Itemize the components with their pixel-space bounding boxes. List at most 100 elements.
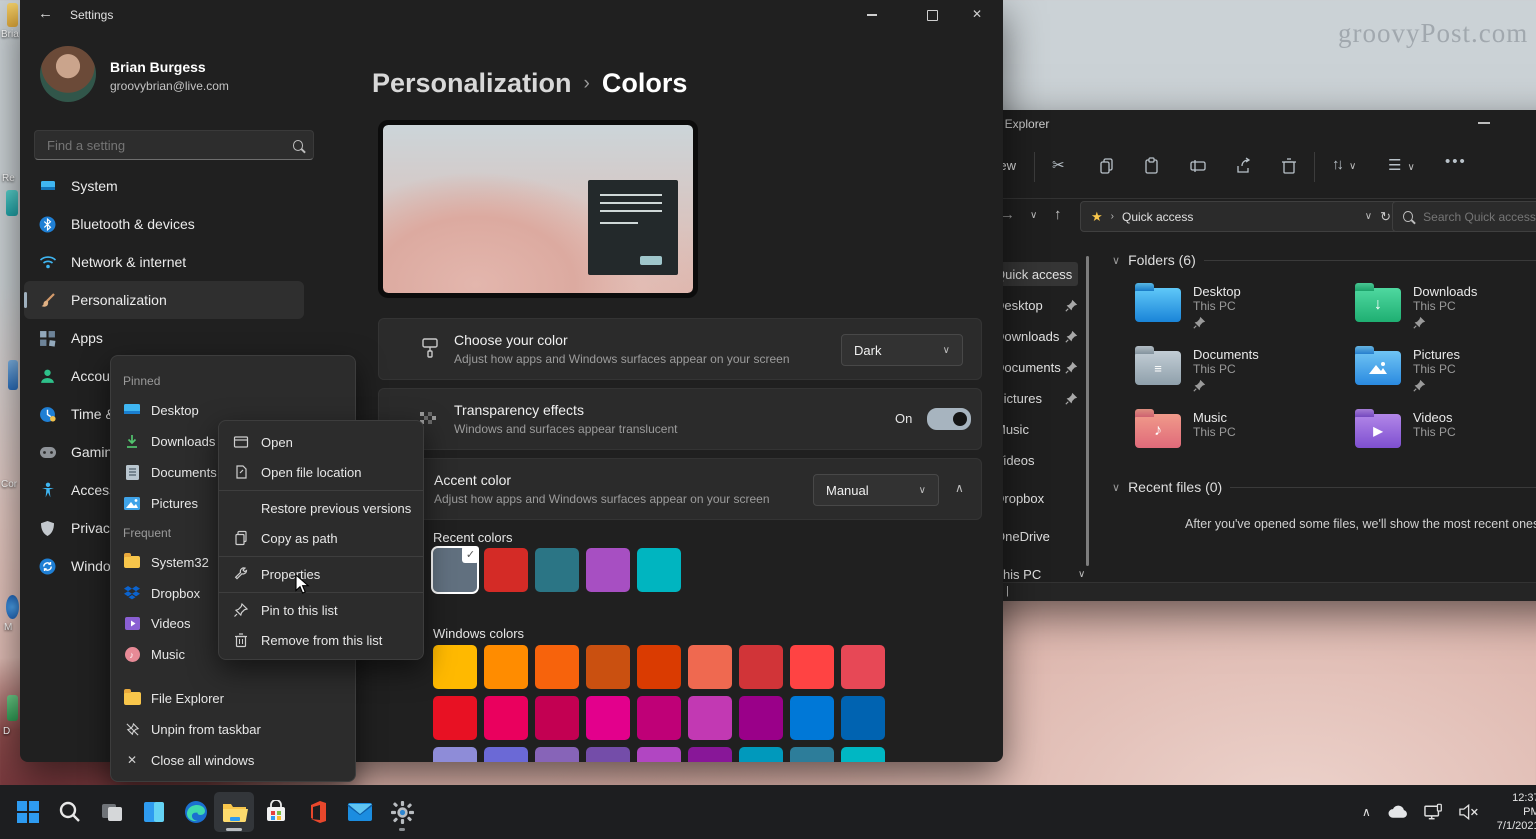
nav-item-system[interactable]: System (24, 167, 304, 205)
color-swatch[interactable] (739, 645, 783, 689)
recent-locations-icon[interactable]: ∨ (1030, 210, 1037, 221)
view-button[interactable]: ☰∨ (1388, 156, 1415, 174)
folder-tile-pictures[interactable]: PicturesThis PC (1355, 347, 1536, 392)
context-menu-open[interactable]: Open (219, 427, 423, 457)
accent-mode-dropdown[interactable]: Manual∨ (813, 474, 939, 506)
context-menu-remove-from-list[interactable]: Remove from this list (219, 625, 423, 655)
more-options-icon[interactable]: ••• (1445, 153, 1467, 170)
jump-list-item-file-explorer[interactable]: File Explorer (111, 684, 355, 712)
color-swatch[interactable] (688, 696, 732, 740)
color-swatch[interactable] (790, 696, 834, 740)
tray-chevron-icon[interactable]: ∧ (1362, 805, 1371, 819)
context-menu-copy-as-path[interactable]: Copy as path (219, 523, 423, 553)
color-swatch[interactable] (535, 548, 579, 592)
color-swatch-selected[interactable] (433, 548, 477, 592)
address-dropdown-icon[interactable]: ∨ (1365, 211, 1372, 222)
breadcrumb-section[interactable]: Personalization (372, 68, 572, 98)
desktop-icon-label[interactable]: D (3, 726, 10, 737)
desktop-icon[interactable] (8, 360, 18, 390)
color-swatch[interactable] (484, 696, 528, 740)
nav-item-personalization[interactable]: Personalization (24, 281, 304, 319)
desktop-icon[interactable] (7, 3, 18, 27)
copy-icon[interactable] (1098, 157, 1115, 175)
transparency-toggle[interactable] (927, 408, 971, 430)
folder-tile-music[interactable]: ♪ MusicThis PC (1135, 410, 1355, 448)
desktop-icon-label[interactable]: M (4, 622, 12, 633)
refresh-icon[interactable]: ↻ (1380, 209, 1391, 225)
maximize-button[interactable] (925, 8, 939, 22)
folder-tile-desktop[interactable]: DesktopThis PC (1135, 284, 1355, 329)
color-swatch[interactable] (739, 696, 783, 740)
taskbar-clock[interactable]: 12:37 PM 7/1/2021 (1494, 791, 1536, 833)
up-icon[interactable]: ↑ (1054, 206, 1062, 223)
desktop-icon[interactable] (6, 595, 19, 619)
desktop-icon-label[interactable]: Bria (1, 29, 19, 40)
color-swatch[interactable] (484, 645, 528, 689)
color-swatch[interactable] (484, 747, 528, 762)
color-swatch[interactable] (586, 696, 630, 740)
sort-button[interactable]: ↑↓∨ (1332, 156, 1356, 173)
color-swatch[interactable] (637, 747, 681, 762)
color-swatch[interactable] (841, 645, 885, 689)
delete-icon[interactable] (1281, 157, 1297, 175)
explorer-minimize-button[interactable] (1478, 122, 1490, 124)
color-swatch[interactable] (484, 548, 528, 592)
color-swatch[interactable] (688, 645, 732, 689)
folders-section-header[interactable]: ∨ Folders (6) (1112, 252, 1536, 268)
color-swatch[interactable] (535, 696, 579, 740)
close-button[interactable]: ✕ (970, 7, 984, 21)
color-swatch[interactable] (790, 747, 834, 762)
minimize-button[interactable] (865, 8, 879, 22)
desktop-icon-label[interactable]: Cor (1, 479, 17, 490)
context-menu-restore-previous[interactable]: Restore previous versions (219, 493, 423, 523)
folder-tile-videos[interactable]: ▶ VideosThis PC (1355, 410, 1536, 448)
back-button[interactable]: ← (38, 5, 53, 22)
explorer-search-input[interactable] (1421, 209, 1536, 225)
color-swatch[interactable] (637, 645, 681, 689)
rename-icon[interactable] (1189, 157, 1207, 175)
breadcrumb-location[interactable]: Quick access (1122, 210, 1193, 224)
cut-icon[interactable]: ✂ (1052, 156, 1065, 174)
share-icon[interactable] (1235, 157, 1253, 175)
start-button[interactable] (8, 792, 48, 832)
network-icon[interactable] (1424, 803, 1443, 821)
settings-search-box[interactable] (34, 130, 314, 160)
explorer-search-box[interactable] (1392, 201, 1536, 232)
color-swatch[interactable] (739, 747, 783, 762)
context-menu-open-file-location[interactable]: Open file location (219, 457, 423, 487)
color-swatch[interactable] (688, 747, 732, 762)
volume-muted-icon[interactable] (1459, 804, 1478, 820)
desktop-icon[interactable] (6, 190, 18, 216)
color-swatch[interactable] (841, 747, 885, 762)
color-swatch[interactable] (637, 696, 681, 740)
color-swatch[interactable] (586, 548, 630, 592)
jump-list-close-all[interactable]: ✕ Close all windows (111, 746, 355, 774)
task-view-button[interactable] (92, 792, 132, 832)
color-swatch[interactable] (790, 645, 834, 689)
color-swatch[interactable] (433, 747, 477, 762)
nav-item-apps[interactable]: Apps (24, 319, 304, 357)
recent-files-section-header[interactable]: ∨ Recent files (0) (1112, 479, 1536, 495)
color-swatch[interactable] (586, 645, 630, 689)
mail-button[interactable] (340, 792, 380, 832)
collapse-chevron-icon[interactable]: ∧ (955, 481, 964, 495)
jump-list-unpin[interactable]: Unpin from taskbar (111, 715, 355, 743)
color-swatch[interactable] (586, 747, 630, 762)
color-swatch[interactable] (433, 645, 477, 689)
nav-item-bluetooth[interactable]: Bluetooth & devices (24, 205, 304, 243)
nav-item-network[interactable]: Network & internet (24, 243, 304, 281)
context-menu-pin-to-list[interactable]: Pin to this list (219, 595, 423, 625)
color-swatch[interactable] (535, 645, 579, 689)
color-swatch[interactable] (433, 696, 477, 740)
widgets-button[interactable] (134, 792, 174, 832)
sidebar-scrollbar[interactable] (1086, 256, 1089, 566)
paste-icon[interactable] (1143, 157, 1160, 175)
folder-tile-documents[interactable]: ≡ DocumentsThis PC (1135, 347, 1355, 392)
context-menu-properties[interactable]: Properties (219, 559, 423, 589)
desktop-icon[interactable] (7, 695, 18, 721)
color-swatch[interactable] (841, 696, 885, 740)
microsoft-store-button[interactable] (256, 792, 296, 832)
edge-browser-button[interactable] (176, 792, 216, 832)
breadcrumb[interactable]: ★ › Quick access ∨ ↻ (1080, 201, 1402, 232)
search-button[interactable] (50, 792, 90, 832)
